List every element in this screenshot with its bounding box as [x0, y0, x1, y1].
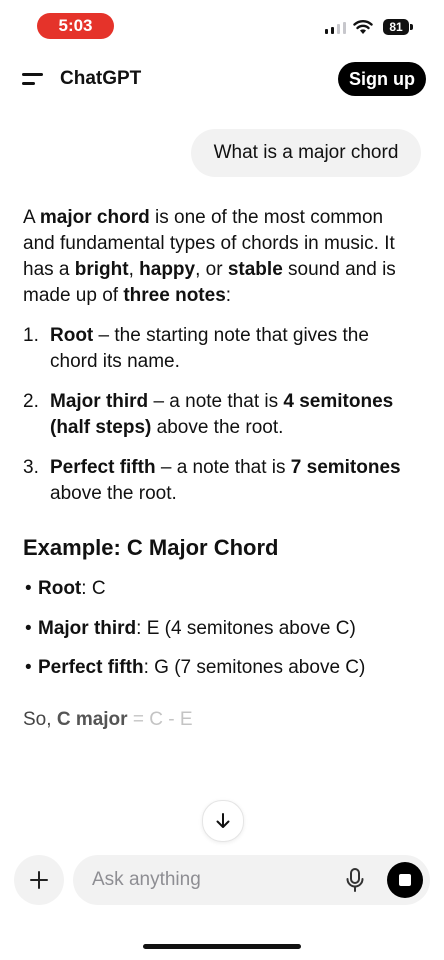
text-run: , [128, 259, 140, 280]
bold-text: Perfect fifth [38, 657, 144, 678]
text-run: A [23, 207, 40, 228]
bold-text: major chord [39, 207, 150, 228]
bold-text: stable [227, 259, 283, 280]
bold-text: happy [139, 259, 196, 280]
text-run: – a note that is [148, 391, 284, 412]
list-text: Perfect fifth – a note that is 7 semiton… [50, 455, 420, 507]
wifi-icon [353, 20, 373, 34]
list-text: Major third – a note that is 4 semitones… [50, 389, 420, 441]
stop-button[interactable] [387, 862, 423, 898]
bold-text: Root [38, 578, 82, 599]
bullet-dot: • [25, 578, 32, 599]
home-indicator [143, 944, 301, 949]
streaming-text: So, C major = C - E [23, 707, 193, 733]
bullet-dot: • [25, 618, 32, 639]
user-message-bubble: What is a major chord [191, 129, 421, 177]
text-run: : [225, 285, 232, 306]
example-heading: Example: C Major Chord [23, 535, 279, 560]
text-run: , or [195, 259, 228, 280]
bold-text: Major third [38, 618, 137, 639]
bullet-dot: • [25, 657, 32, 678]
plus-icon [30, 871, 48, 889]
bullet-text: Major third: E (4 semitones above C) [38, 616, 356, 642]
scroll-down-button[interactable] [202, 800, 244, 842]
text-run: : C [81, 578, 106, 599]
bold-text: Root [50, 325, 94, 346]
ask-input[interactable] [92, 868, 332, 892]
bold-text: three notes [123, 285, 226, 306]
assistant-intro: A major chord is one of the most common … [23, 205, 418, 309]
text-run: : E (4 semitones above C) [136, 618, 356, 639]
text-run: – the starting note that gives the chord… [50, 325, 369, 372]
bold-text: Major third [50, 391, 149, 412]
battery-icon: 81 [383, 19, 409, 35]
bold-text: Perfect fifth [50, 457, 156, 478]
text-run: : G (7 semitones above C) [143, 657, 366, 678]
attach-button[interactable] [14, 855, 64, 905]
bold-text: C major [56, 709, 128, 730]
text-run: = C - E [127, 709, 193, 730]
sign-up-button[interactable]: Sign up [338, 62, 426, 96]
microphone-icon[interactable] [344, 867, 366, 893]
battery-tip [410, 24, 413, 30]
bullet-text: Root: C [38, 576, 106, 602]
stop-icon [399, 874, 411, 886]
status-time: 5:03 [37, 13, 114, 39]
text-run: – a note that is [155, 457, 291, 478]
list-text: Root – the starting note that gives the … [50, 323, 420, 375]
menu-icon[interactable] [22, 70, 46, 90]
bold-text: bright [74, 259, 129, 280]
arrow-down-icon [216, 813, 230, 828]
text-run: above the root. [50, 483, 177, 504]
cellular-signal-icon [325, 22, 346, 34]
bold-text: 7 semitones [290, 457, 401, 478]
list-number: 3. [23, 457, 39, 478]
list-number: 2. [23, 391, 39, 412]
bullet-text: Perfect fifth: G (7 semitones above C) [38, 655, 365, 681]
app-title: ChatGPT [60, 68, 142, 89]
list-number: 1. [23, 325, 39, 346]
text-run: So, [23, 709, 57, 730]
text-run: above the root. [151, 417, 284, 438]
intro-paragraph: A major chord is one of the most common … [23, 205, 418, 309]
